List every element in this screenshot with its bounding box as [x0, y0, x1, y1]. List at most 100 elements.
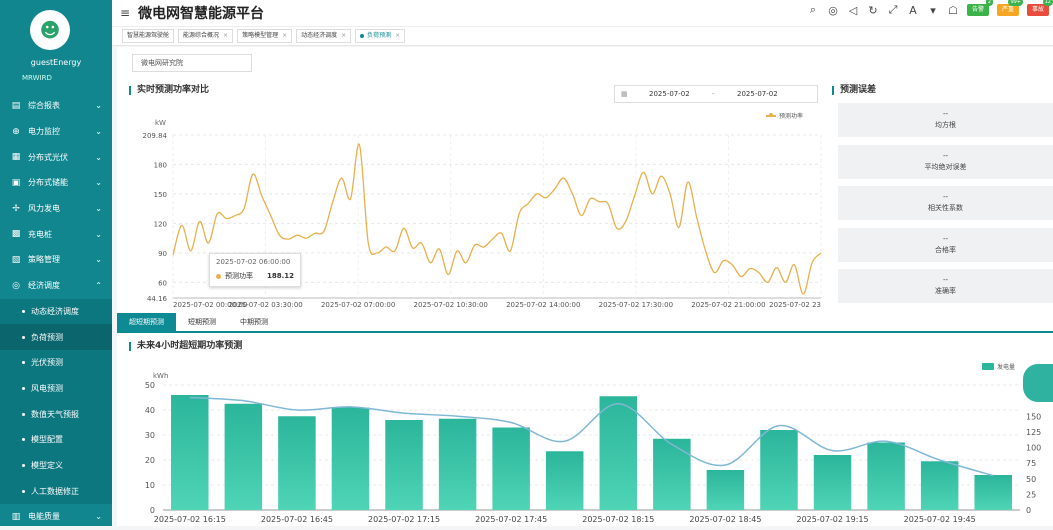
- sidebar-item-label: 充电桩: [28, 229, 52, 239]
- header-tools: ⌕ ◎ ◁ ↻ ⤢ A ▾ ☖ 告警 2 严重 99+ 事故 12: [803, 0, 1053, 17]
- sidebar-item-4[interactable]: ✢ 风力发电 ⌄: [0, 196, 112, 222]
- tab-1[interactable]: 能源综合概况 ×: [178, 29, 234, 43]
- main-panel: 微电网研究院 实时预测功率对比 ▦ 2025-07-02 - 2025-07-0…: [117, 47, 1053, 526]
- x-tick-label: 2025-07-02 07:00:00: [321, 301, 395, 309]
- station-select[interactable]: 微电网研究院: [132, 54, 252, 72]
- date-end[interactable]: 2025-07-02: [737, 86, 778, 102]
- bar-7[interactable]: [545, 451, 584, 510]
- bar-12[interactable]: [813, 455, 852, 510]
- sidebar-item-6[interactable]: ▧ 策略管理 ⌄: [0, 247, 112, 273]
- alarm-button-1[interactable]: 严重 99+: [997, 0, 1023, 16]
- shirt-icon[interactable]: ▾: [923, 4, 943, 17]
- y-tick-label: 180: [154, 161, 167, 169]
- y-tick-label: 30: [145, 431, 155, 440]
- bar-13[interactable]: [867, 442, 905, 511]
- tab-label: 智慧能源驾驶舱: [127, 32, 170, 39]
- eval-card-4: -- 准确率: [838, 269, 1053, 303]
- bar-legend[interactable]: 发电量: [982, 362, 1015, 371]
- chart-tooltip: 2025-07-02 06:00:00 预测功率 188.12: [209, 253, 301, 287]
- alarm-badge: 2: [985, 0, 993, 6]
- home-icon[interactable]: ☖: [943, 4, 963, 17]
- eval-value: --: [942, 110, 949, 118]
- refresh-icon[interactable]: ↻: [863, 4, 883, 17]
- x-tick-label: 2025-07-02 19:15: [796, 515, 868, 524]
- sidebar-item-3[interactable]: ▣ 分布式储能 ⌄: [0, 170, 112, 196]
- sidebar-item-2[interactable]: ▦ 分布式光伏 ⌄: [0, 144, 112, 170]
- avatar[interactable]: ☻: [30, 10, 70, 50]
- tab-0[interactable]: 智慧能源驾驶舱: [122, 29, 175, 43]
- bar-11[interactable]: [760, 430, 798, 510]
- bar-6[interactable]: [492, 427, 530, 511]
- search-icon[interactable]: ⌕: [803, 3, 823, 17]
- sidebar-item-0[interactable]: ▤ 综合报表 ⌄: [0, 93, 112, 119]
- x-tick-label: 2025-07-02 17:30:00: [599, 301, 673, 309]
- chevron-icon: ⌄: [95, 101, 102, 111]
- x-tick-label: 2025-07-02 16:15: [154, 515, 226, 524]
- close-icon[interactable]: ×: [395, 30, 400, 42]
- bar-8[interactable]: [599, 396, 638, 510]
- y-tick-label: 0: [150, 506, 155, 515]
- sidebar-subitem-2[interactable]: 光伏预测: [0, 349, 112, 376]
- tab-4[interactable]: 负荷预测 ×: [355, 29, 406, 43]
- bar-4[interactable]: [385, 420, 423, 510]
- tab-2[interactable]: 策略模型管理 ×: [237, 29, 293, 43]
- bar-10[interactable]: [706, 470, 745, 510]
- sidebar-item-5[interactable]: ▩ 充电桩 ⌄: [0, 221, 112, 247]
- sidebar-subitem-4[interactable]: 数值天气预报: [0, 401, 112, 427]
- sidebar-item-7[interactable]: ◎ 经济调度 ⌃: [0, 273, 112, 299]
- forecast-tab-2[interactable]: 中期预测: [228, 313, 280, 331]
- tab-3[interactable]: 动态经济调度 ×: [296, 29, 352, 43]
- ultra-title: 未来4小时超短期功率预测: [129, 342, 242, 351]
- fullscreen-icon[interactable]: ⤢: [883, 3, 903, 17]
- close-icon[interactable]: ×: [282, 30, 287, 42]
- bar-2[interactable]: [278, 416, 316, 510]
- volume-icon[interactable]: ◁: [843, 4, 863, 17]
- sidebar-subitem-0[interactable]: 动态经济调度: [0, 298, 112, 325]
- help-icon[interactable]: ◎: [823, 4, 843, 17]
- forecast-tab-0[interactable]: 超短期预测: [117, 313, 176, 331]
- y2-tick-label: 125: [1026, 428, 1041, 437]
- eval-card-2: -- 相关性系数: [838, 186, 1053, 220]
- y2-tick-label: 150: [1026, 412, 1041, 421]
- alarm-button-2[interactable]: 事故 12: [1027, 0, 1053, 16]
- bar-3[interactable]: [331, 407, 370, 511]
- bar-15[interactable]: [974, 475, 1012, 510]
- calendar-icon: ▦: [621, 90, 628, 98]
- power-icon: ⊕: [12, 126, 20, 137]
- sidebar-item-label: 电力监控: [28, 127, 60, 137]
- sidebar-subitem-1[interactable]: 负荷预测: [0, 324, 112, 350]
- date-start[interactable]: 2025-07-02: [649, 86, 690, 102]
- bar-0[interactable]: [171, 395, 209, 510]
- forecast-tab-1[interactable]: 短期预测: [176, 313, 228, 331]
- menu-toggle-icon[interactable]: ≡: [120, 6, 130, 20]
- close-icon[interactable]: ×: [341, 30, 346, 42]
- y-tick-label: 10: [145, 481, 155, 490]
- bar-9[interactable]: [653, 438, 691, 510]
- sidebar-subitem-label: 人工数据修正: [31, 486, 79, 496]
- sidebar-subitem-6[interactable]: 模型定义: [0, 452, 112, 479]
- assistant-button[interactable]: [1023, 364, 1053, 402]
- y2-tick-label: 50: [1026, 475, 1036, 484]
- alarm-label: 严重: [1001, 6, 1014, 13]
- sidebar-item-label: 策略管理: [28, 255, 60, 265]
- bar-5[interactable]: [438, 418, 477, 510]
- tooltip-series: 预测功率: [225, 272, 253, 280]
- date-range-picker[interactable]: ▦ 2025-07-02 - 2025-07-02: [614, 85, 818, 103]
- font-icon[interactable]: A: [903, 4, 923, 17]
- strategy-icon: ▧: [11, 254, 21, 265]
- sidebar-subitem-7[interactable]: 人工数据修正: [0, 478, 112, 504]
- sidebar: ☻ guestEnergy MRWIRD ▤ 综合报表 ⌄ ⊕ 电力监控 ⌄ ▦ 分布式光伏 ⌄…: [0, 0, 112, 526]
- bar-1[interactable]: [224, 403, 263, 510]
- bar-14[interactable]: [920, 461, 959, 510]
- y2-tick-label: 100: [1026, 444, 1041, 453]
- alarm-button-0[interactable]: 告警 2: [967, 0, 993, 16]
- chevron-icon: ⌄: [95, 178, 102, 188]
- close-icon[interactable]: ×: [223, 30, 228, 42]
- sidebar-subitem-3[interactable]: 风电预测: [0, 375, 112, 402]
- y-tick-label: 50: [145, 381, 155, 390]
- sidebar-item-1[interactable]: ⊕ 电力监控 ⌄: [0, 119, 112, 145]
- eval-label: 相关性系数: [928, 204, 963, 212]
- sidebar-subitem-5[interactable]: 模型配置: [0, 426, 112, 453]
- chevron-icon: ⌄: [95, 512, 102, 522]
- sidebar-subitem-label: 数值天气预报: [31, 409, 79, 419]
